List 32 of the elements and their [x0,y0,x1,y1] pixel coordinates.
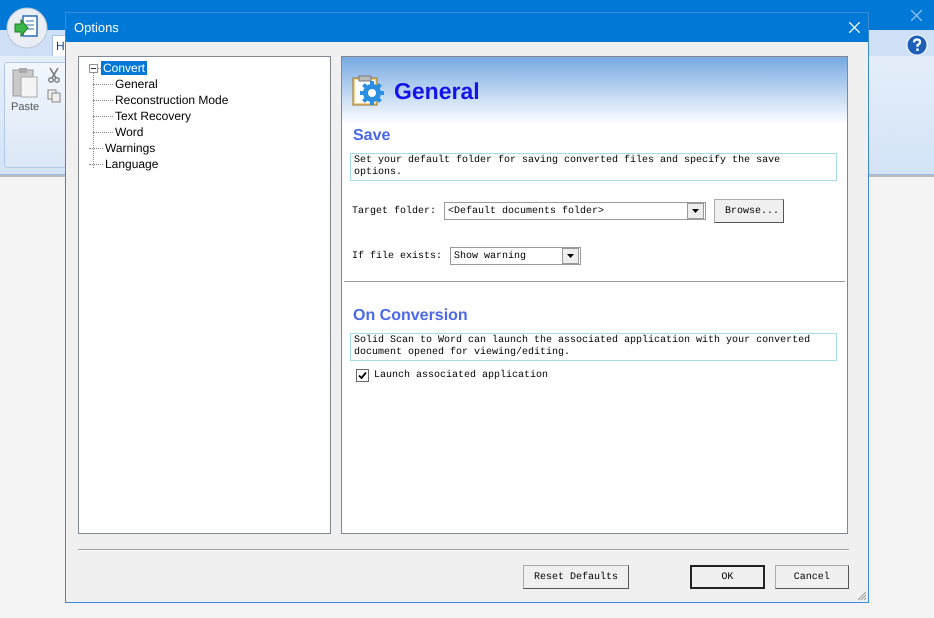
section-description: Solid Scan to Word can launch the associated application with your converted document opened for viewing/editing. [350,333,837,361]
section-heading: On Conversion [353,307,469,325]
folder-combobox[interactable]: <Default documents folder> [444,202,706,220]
tree-item[interactable]: Language [103,157,160,171]
tree-item[interactable]: Word [113,125,146,139]
dialog-button[interactable]: Cancel [774,565,849,589]
section-heading: Save [353,127,392,145]
app-menu-orb-icon[interactable] [6,7,48,49]
help-icon[interactable] [906,34,928,56]
tree-item[interactable]: Reconstruction Mode [113,93,230,107]
tree-item[interactable]: Convert [101,61,148,75]
tree-item[interactable]: Warnings [103,141,158,155]
dropdown[interactable]: Show warning [450,247,582,265]
page-title: General [394,78,480,104]
browse-button[interactable]: Browse... [714,199,784,223]
field-label: If file exists: [352,250,442,262]
dialog-button[interactable]: Reset Defaults [523,565,630,589]
tree-item[interactable]: General [113,77,160,91]
section-description: Set your default folder for saving converted files and specify the save options. [350,153,837,181]
checkbox[interactable] [356,369,369,382]
checkbox-label: Launch associated application [374,370,548,381]
scissors-icon[interactable] [47,67,62,83]
resize-grip-icon[interactable] [855,589,867,601]
tree-item[interactable]: Text Recovery [113,109,194,123]
collapse-box-icon[interactable] [89,64,98,72]
copy-icon[interactable] [47,89,62,103]
dialog-button[interactable]: OK [690,565,765,589]
dialog-title: Options [74,20,119,35]
paste-button[interactable]: Paste [11,67,40,113]
field-label: Target folder: [352,206,436,216]
clipboard-icon [11,67,40,99]
clipboard-gear-icon [352,75,386,107]
